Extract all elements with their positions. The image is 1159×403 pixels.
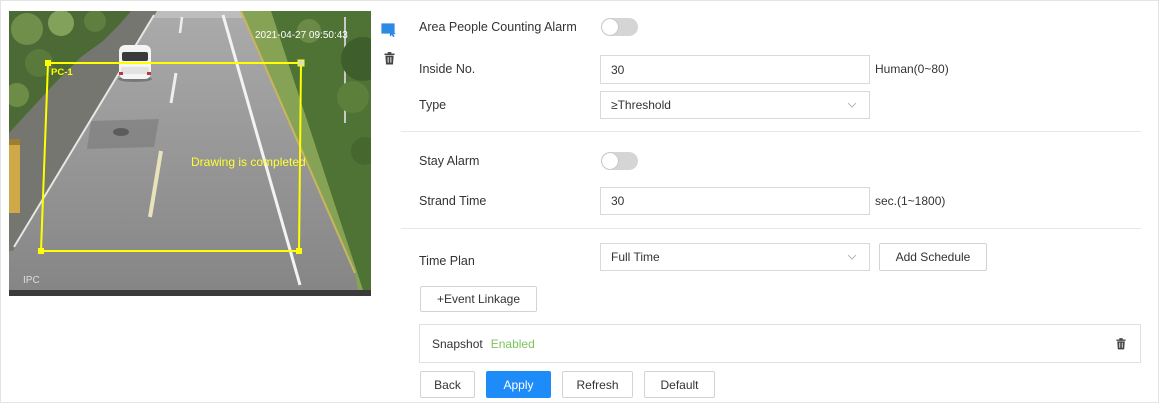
stay-alarm-label: Stay Alarm — [419, 154, 480, 168]
region-handle[interactable] — [45, 60, 51, 66]
time-plan-label: Time Plan — [419, 254, 475, 268]
snapshot-linkage-item: Snapshot Enabled — [419, 324, 1141, 363]
channel-label: IPC — [23, 275, 40, 286]
trash-icon[interactable] — [1115, 337, 1127, 351]
tree-foliage — [337, 81, 369, 113]
snapshot-status: Enabled — [490, 336, 535, 351]
region-handle[interactable] — [38, 248, 44, 254]
manhole-cover — [113, 128, 129, 136]
page-frame: PC-1 Drawing is completed 2021-04-27 09:… — [0, 0, 1159, 403]
tree-foliage — [48, 11, 74, 36]
inside-no-input[interactable] — [600, 55, 870, 84]
tree-foliage — [11, 13, 43, 45]
draw-region-button[interactable] — [380, 22, 398, 40]
inside-no-label: Inside No. — [419, 62, 476, 76]
back-button[interactable]: Back — [420, 371, 475, 398]
car-rear-window — [122, 52, 148, 61]
strand-time-range-hint: sec.(1~1800) — [875, 194, 946, 208]
clear-region-button[interactable] — [380, 51, 398, 69]
video-preview[interactable]: PC-1 Drawing is completed 2021-04-27 09:… — [9, 11, 371, 296]
event-linkage-button[interactable]: +Event Linkage — [420, 286, 537, 312]
time-plan-select-value: Full Time — [611, 250, 660, 264]
strand-time-input[interactable] — [600, 187, 870, 215]
tree-foliage — [84, 11, 106, 32]
toggle-knob — [602, 19, 618, 35]
toggle-knob — [602, 153, 618, 169]
video-bottom-bar — [9, 290, 371, 296]
region-handle[interactable] — [296, 248, 302, 254]
type-select[interactable]: ≥Threshold — [600, 91, 870, 119]
type-label: Type — [419, 98, 447, 112]
inside-no-range-hint: Human(0~80) — [875, 62, 949, 76]
parked-truck-shade — [9, 139, 20, 145]
refresh-button[interactable]: Refresh — [562, 371, 633, 398]
snapshot-label: Snapshot — [432, 336, 483, 351]
add-schedule-button[interactable]: Add Schedule — [879, 243, 987, 271]
section-divider — [401, 131, 1141, 132]
video-timestamp: 2021-04-27 09:50:43 — [255, 30, 348, 41]
car-trunk — [121, 67, 149, 74]
time-plan-select[interactable]: Full Time — [600, 243, 870, 271]
type-select-value: ≥Threshold — [611, 98, 671, 112]
section-divider — [401, 228, 1141, 229]
drawing-status-text: Drawing is completed — [191, 155, 306, 169]
chevron-down-icon — [847, 254, 857, 260]
car-tail-light — [147, 72, 151, 75]
default-button[interactable]: Default — [644, 371, 715, 398]
strand-time-label: Strand Time — [419, 194, 487, 208]
car-tail-light — [119, 72, 123, 75]
area-alarm-toggle[interactable] — [601, 18, 638, 36]
chevron-down-icon — [847, 102, 857, 108]
area-alarm-label: Area People Counting Alarm — [419, 20, 577, 34]
region-handle[interactable] — [297, 59, 305, 67]
trash-icon — [383, 52, 395, 68]
stay-alarm-toggle[interactable] — [601, 152, 638, 170]
draw-region-icon — [381, 22, 397, 40]
region-name-label: PC-1 — [51, 67, 73, 78]
camera-scene: PC-1 Drawing is completed 2021-04-27 09:… — [9, 11, 371, 296]
apply-button[interactable]: Apply — [486, 371, 551, 398]
parked-truck — [9, 139, 20, 213]
